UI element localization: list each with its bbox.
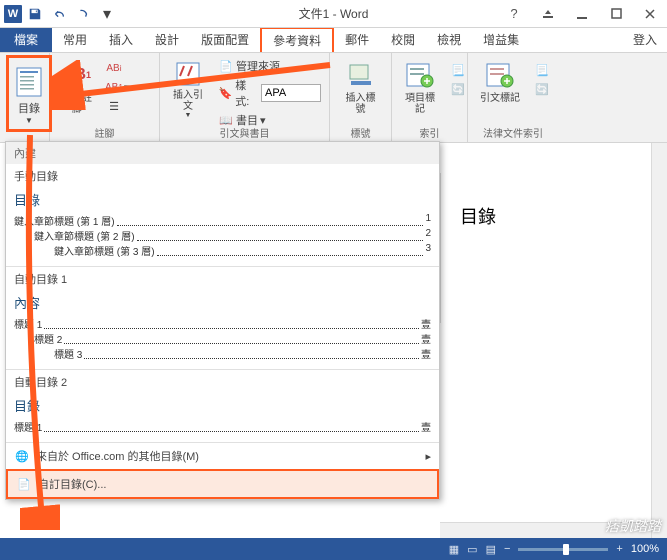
minimize-button[interactable]	[565, 3, 599, 25]
view-print-icon[interactable]: ▦	[449, 543, 459, 556]
tab-mailings[interactable]: 郵件	[334, 27, 380, 52]
tab-view[interactable]: 檢視	[426, 27, 472, 52]
group-label-footnote: 註腳	[56, 123, 153, 142]
endnote-icon: ABi	[106, 60, 122, 76]
manage-sources-button[interactable]: 📄管理來源...	[216, 57, 323, 75]
citation-style-dropdown[interactable]: 🔖樣式:	[216, 76, 323, 110]
ribbon-group-legal: 引文標記 📃🔄 法律文件索引	[468, 53, 558, 142]
sign-in-link[interactable]: 登入	[623, 27, 667, 52]
toc-option-auto2[interactable]: 自動目錄 2 目錄 標題 1壹	[6, 370, 439, 442]
vertical-scrollbar[interactable]	[651, 143, 667, 538]
group-label-citation: 引文與書目	[166, 123, 323, 142]
update-toa-button[interactable]: 🔄	[532, 80, 552, 98]
custom-toc-icon: 📄	[16, 476, 32, 492]
save-button[interactable]	[24, 3, 46, 25]
toc-section-builtin: 內建	[6, 142, 439, 164]
close-button[interactable]	[633, 3, 667, 25]
update-index-button[interactable]: 🔄	[448, 80, 468, 98]
ribbon-options-button[interactable]	[531, 3, 565, 25]
help-button[interactable]: ?	[497, 3, 531, 25]
tab-references[interactable]: 參考資料	[260, 27, 334, 52]
maximize-button[interactable]	[599, 3, 633, 25]
tab-file[interactable]: 檔案	[0, 27, 52, 52]
tab-insert[interactable]: 插入	[98, 27, 144, 52]
word-app-icon: W	[4, 5, 22, 23]
window-controls: ?	[497, 3, 667, 25]
toc-custom-option[interactable]: 📄 自訂目錄(C)...	[6, 469, 439, 499]
index-icon	[404, 59, 436, 91]
document-page[interactable]: 目錄	[440, 143, 667, 538]
ribbon-group-index: 項目標記 📃🔄 索引	[392, 53, 468, 142]
legal-icon	[484, 59, 516, 91]
style-icon: 🔖	[218, 85, 233, 101]
view-read-icon[interactable]: ▭	[467, 543, 477, 556]
insert-index-button[interactable]: 📃	[448, 61, 468, 79]
insert-toa-button[interactable]: 📃	[532, 61, 552, 79]
group-label-index: 索引	[398, 123, 461, 142]
mark-index-button[interactable]: 項目標記	[398, 55, 442, 123]
ribbon-group-caption: 插入標號 標號	[330, 53, 392, 142]
tab-layout[interactable]: 版面配置	[190, 27, 260, 52]
toc-dropdown-menu: 內建 手動目錄 目錄 鍵入章節標題 (第 1 層)1 鍵入章節標題 (第 2 層…	[5, 141, 440, 500]
toc-option-auto1[interactable]: 自動目錄 1 內容 標題 1壹 標題 2壹 標題 3壹	[6, 267, 439, 370]
footnote-icon: AB1	[61, 59, 93, 91]
show-notes-button[interactable]: ☰	[104, 97, 132, 115]
toc-button[interactable]: 目錄 ▼	[6, 55, 52, 132]
zoom-level[interactable]: 100%	[631, 543, 659, 555]
insert-endnote-button[interactable]: ABi	[104, 59, 132, 77]
insert-caption-button[interactable]: 插入標號	[336, 55, 385, 123]
next-footnote-button[interactable]: AB1▾	[104, 78, 132, 96]
chevron-right-icon: ▸	[425, 450, 431, 463]
toc-option-manual[interactable]: 手動目錄 目錄 鍵入章節標題 (第 1 層)1 鍵入章節標題 (第 2 層)2 …	[6, 164, 439, 267]
insert-citation-button[interactable]: 插入引文 ▼	[166, 55, 210, 123]
toc-more-office[interactable]: 🌐 來自於 Office.com 的其他目錄(M) ▸	[6, 442, 439, 469]
chevron-down-icon: ▼	[25, 116, 33, 125]
statusbar: ▦ ▭ ▤ − + 100%	[0, 538, 667, 560]
quick-access-toolbar: W ▾	[0, 3, 118, 25]
tab-review[interactable]: 校閱	[380, 27, 426, 52]
document-heading: 目錄	[450, 163, 657, 229]
tab-home[interactable]: 常用	[52, 27, 98, 52]
style-input[interactable]	[261, 84, 321, 102]
group-label-legal: 法律文件索引	[474, 123, 552, 142]
window-title: 文件1 - Word	[299, 5, 369, 22]
next-footnote-icon: AB1	[106, 79, 122, 95]
ribbon: 目錄 ▼ AB1 插入註腳 ABi AB1▾ ☰ 註腳 插入引文 ▼	[0, 53, 667, 143]
ribbon-group-toc: 目錄 ▼	[0, 53, 50, 142]
chevron-down-icon: ▼	[185, 112, 192, 119]
zoom-out-button[interactable]: −	[504, 543, 510, 555]
zoom-slider[interactable]	[518, 548, 608, 551]
citation-icon	[172, 59, 204, 88]
tab-design[interactable]: 設計	[144, 27, 190, 52]
watermark: 痞凱踏踏	[605, 516, 661, 536]
view-web-icon[interactable]: ▤	[486, 543, 496, 556]
undo-button[interactable]	[48, 3, 70, 25]
ribbon-tabs: 檔案 常用 插入 設計 版面配置 參考資料 郵件 校閱 檢視 增益集 登入	[0, 28, 667, 53]
insert-footnote-button[interactable]: AB1 插入註腳	[56, 55, 98, 123]
titlebar: W ▾ 文件1 - Word ?	[0, 0, 667, 28]
qat-customize[interactable]: ▾	[96, 3, 118, 25]
ribbon-group-footnote: AB1 插入註腳 ABi AB1▾ ☰ 註腳	[50, 53, 160, 142]
office-icon: 🌐	[14, 448, 30, 464]
caption-icon	[345, 59, 377, 91]
show-notes-icon: ☰	[106, 98, 122, 114]
ribbon-group-citation: 插入引文 ▼ 📄管理來源... 🔖樣式: 📖書目 ▾ 引文與書目	[160, 53, 330, 142]
manage-icon: 📄	[218, 58, 234, 74]
tab-addins[interactable]: 增益集	[472, 27, 530, 52]
group-label-caption: 標號	[336, 123, 385, 142]
mark-citation-button[interactable]: 引文標記	[474, 55, 526, 123]
redo-button[interactable]	[72, 3, 94, 25]
toc-icon	[13, 66, 45, 98]
toc-button-label: 目錄	[18, 100, 40, 116]
zoom-in-button[interactable]: +	[616, 543, 622, 555]
